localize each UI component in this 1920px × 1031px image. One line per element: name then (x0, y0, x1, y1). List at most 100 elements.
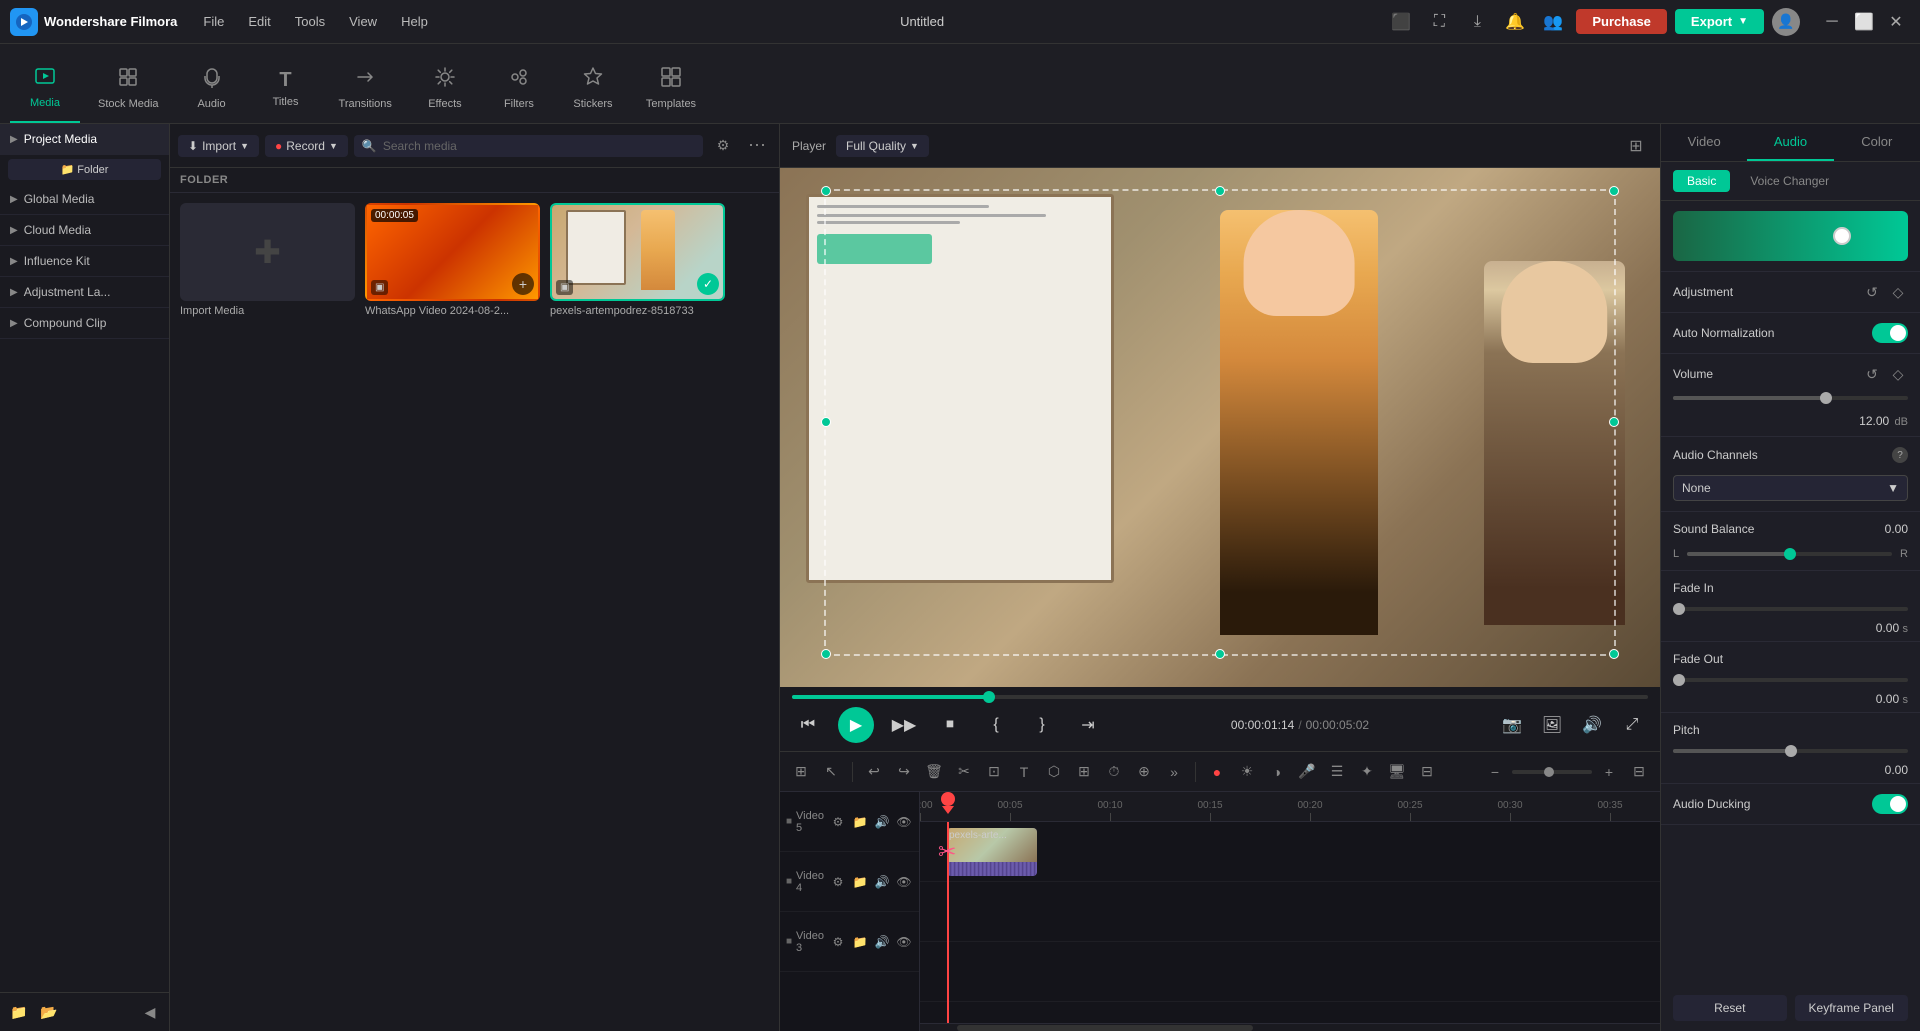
progress-bar[interactable] (792, 695, 1648, 699)
rewind-button[interactable]: ⏮ (792, 709, 824, 741)
tl-copy-btn[interactable]: ⊟ (1414, 759, 1440, 785)
quality-selector[interactable]: Full Quality ▼ (836, 135, 929, 157)
tl-zoom-out-btn[interactable]: − (1482, 759, 1508, 785)
tl-grid-btn[interactable]: ⊞ (788, 759, 814, 785)
play-button[interactable]: ▶ (838, 707, 874, 743)
tab-color[interactable]: Color (1834, 124, 1920, 161)
sound-balance-slider[interactable] (1687, 552, 1892, 556)
menu-edit[interactable]: Edit (238, 10, 280, 33)
maximize-button[interactable]: ⬜ (1850, 8, 1878, 36)
tl-ai-btn[interactable]: ✦ (1354, 759, 1380, 785)
menu-view[interactable]: View (339, 10, 387, 33)
tl-screen-btn[interactable]: 🖥 (1384, 759, 1410, 785)
layout-icon[interactable]: ⬛ (1386, 7, 1416, 37)
track4-audio-icon[interactable]: 🔊 (872, 872, 892, 892)
download-icon[interactable]: ⤓ (1462, 7, 1492, 37)
keyframe-panel-button[interactable]: Keyframe Panel (1795, 995, 1909, 1021)
fullscreen-player-button[interactable]: ⤢ (1616, 709, 1648, 741)
track5-audio-icon[interactable]: 🔊 (872, 812, 892, 832)
track5-eye-icon[interactable]: 👁 (894, 812, 914, 832)
fade-out-slider[interactable] (1673, 678, 1908, 682)
sidebar-item-adjustment[interactable]: ▶ Adjustment La... (0, 277, 169, 308)
auto-norm-toggle[interactable] (1872, 323, 1908, 343)
clip-video5[interactable]: pexels-arte... (947, 828, 1037, 876)
forward-button[interactable]: ▶▶ (888, 709, 920, 741)
track3-settings-icon[interactable]: ⚙ (828, 932, 848, 952)
tl-record-btn[interactable]: ● (1204, 759, 1230, 785)
audio-channels-dropdown[interactable]: None ▼ (1673, 475, 1908, 501)
tab-titles[interactable]: T Titles (251, 53, 321, 123)
tl-delete-btn[interactable]: 🗑 (921, 759, 947, 785)
tab-media[interactable]: Media (10, 53, 80, 123)
tl-color-btn[interactable]: ☀ (1234, 759, 1260, 785)
fullscreen-icon[interactable]: ⛶ (1424, 7, 1454, 37)
snapshot-button[interactable]: 📷 (1496, 709, 1528, 741)
volume-diamond-icon[interactable]: ◇ (1888, 364, 1908, 384)
track5-settings-icon[interactable]: ⚙ (828, 812, 848, 832)
volume-reset-icon[interactable]: ↺ (1862, 364, 1882, 384)
export-button[interactable]: Export ▼ (1675, 9, 1764, 34)
tl-select-btn[interactable]: ↖ (818, 759, 844, 785)
tab-stickers[interactable]: Stickers (558, 53, 628, 123)
adjustment-reset-icon[interactable]: ↺ (1862, 282, 1882, 302)
tab-audio[interactable]: Audio (177, 53, 247, 123)
tl-mask-btn[interactable]: ◑ (1264, 759, 1290, 785)
adjustment-diamond-icon[interactable]: ◇ (1888, 282, 1908, 302)
tab-filters[interactable]: Filters (484, 53, 554, 123)
minimize-button[interactable]: ─ (1818, 8, 1846, 36)
media-thumb-whatsapp[interactable]: 00:00:05 ▣ + (365, 203, 540, 301)
folder-button[interactable]: 📁 Folder (8, 159, 161, 180)
tl-zoom-track[interactable] (1512, 770, 1592, 774)
sidebar-add-folder-btn[interactable]: 📁 (6, 999, 32, 1025)
tl-undo-btn[interactable]: ↩ (861, 759, 887, 785)
track5-folder-icon[interactable]: 📁 (850, 812, 870, 832)
in-point-btn[interactable]: { (980, 709, 1012, 741)
tl-zoom-fit-btn[interactable]: ⊕ (1131, 759, 1157, 785)
fade-out-handle[interactable] (1673, 674, 1685, 686)
add-to-timeline-btn-whatsapp[interactable]: + (512, 273, 534, 295)
volume-slider[interactable] (1673, 396, 1908, 400)
tl-mic-btn[interactable]: 🎤 (1294, 759, 1320, 785)
tl-speed-btn[interactable]: ⏱ (1101, 759, 1127, 785)
tl-text-btn[interactable]: T (1011, 759, 1037, 785)
tab-transitions[interactable]: Transitions (325, 53, 406, 123)
menu-tools[interactable]: Tools (285, 10, 335, 33)
audio-channels-info-icon[interactable]: ? (1892, 447, 1908, 463)
avatar[interactable]: 👤 (1772, 8, 1800, 36)
tl-more-btn[interactable]: » (1161, 759, 1187, 785)
player-canvas[interactable] (780, 168, 1660, 687)
tl-caption-btn[interactable]: ☰ (1324, 759, 1350, 785)
fade-in-handle[interactable] (1673, 603, 1685, 615)
tl-pip-btn[interactable]: ⊞ (1071, 759, 1097, 785)
sidebar-item-global-media[interactable]: ▶ Global Media (0, 184, 169, 215)
track3-audio-icon[interactable]: 🔊 (872, 932, 892, 952)
community-icon[interactable]: 👥 (1538, 7, 1568, 37)
sidebar-item-cloud-media[interactable]: ▶ Cloud Media (0, 215, 169, 246)
media-thumb-pexels[interactable]: ▣ ✓ (550, 203, 725, 301)
volume-button[interactable]: 🔊 (1576, 709, 1608, 741)
purchase-button[interactable]: Purchase (1576, 9, 1667, 34)
stop-button[interactable]: ⏹ (934, 709, 966, 741)
pitch-handle[interactable] (1785, 745, 1797, 757)
sidebar-remove-folder-btn[interactable]: 📂 (36, 999, 62, 1025)
sidebar-item-project-media[interactable]: ▶ Project Media (0, 124, 169, 155)
playhead-move-btn[interactable]: ⇥ (1072, 709, 1104, 741)
tl-zoom-in-btn[interactable]: + (1596, 759, 1622, 785)
search-input[interactable] (383, 139, 695, 153)
filter-button[interactable]: ⚙ (709, 132, 737, 160)
tl-grid-view-btn[interactable]: ⊟ (1626, 759, 1652, 785)
tab-video[interactable]: Video (1661, 124, 1747, 161)
import-button[interactable]: ⬇ Import ▼ (178, 135, 259, 157)
track3-folder-icon[interactable]: 📁 (850, 932, 870, 952)
tab-effects[interactable]: Effects (410, 53, 480, 123)
more-options-button[interactable]: ⋯ (743, 132, 771, 160)
tab-audio[interactable]: Audio (1747, 124, 1833, 161)
pitch-slider[interactable] (1673, 749, 1908, 753)
menu-file[interactable]: File (193, 10, 234, 33)
close-button[interactable]: ✕ (1882, 8, 1910, 36)
tab-templates[interactable]: Templates (632, 53, 710, 123)
menu-help[interactable]: Help (391, 10, 438, 33)
reset-button[interactable]: Reset (1673, 995, 1787, 1021)
timeline-scrollbar-thumb[interactable] (957, 1025, 1253, 1031)
tl-cut-btn[interactable]: ✂ (951, 759, 977, 785)
